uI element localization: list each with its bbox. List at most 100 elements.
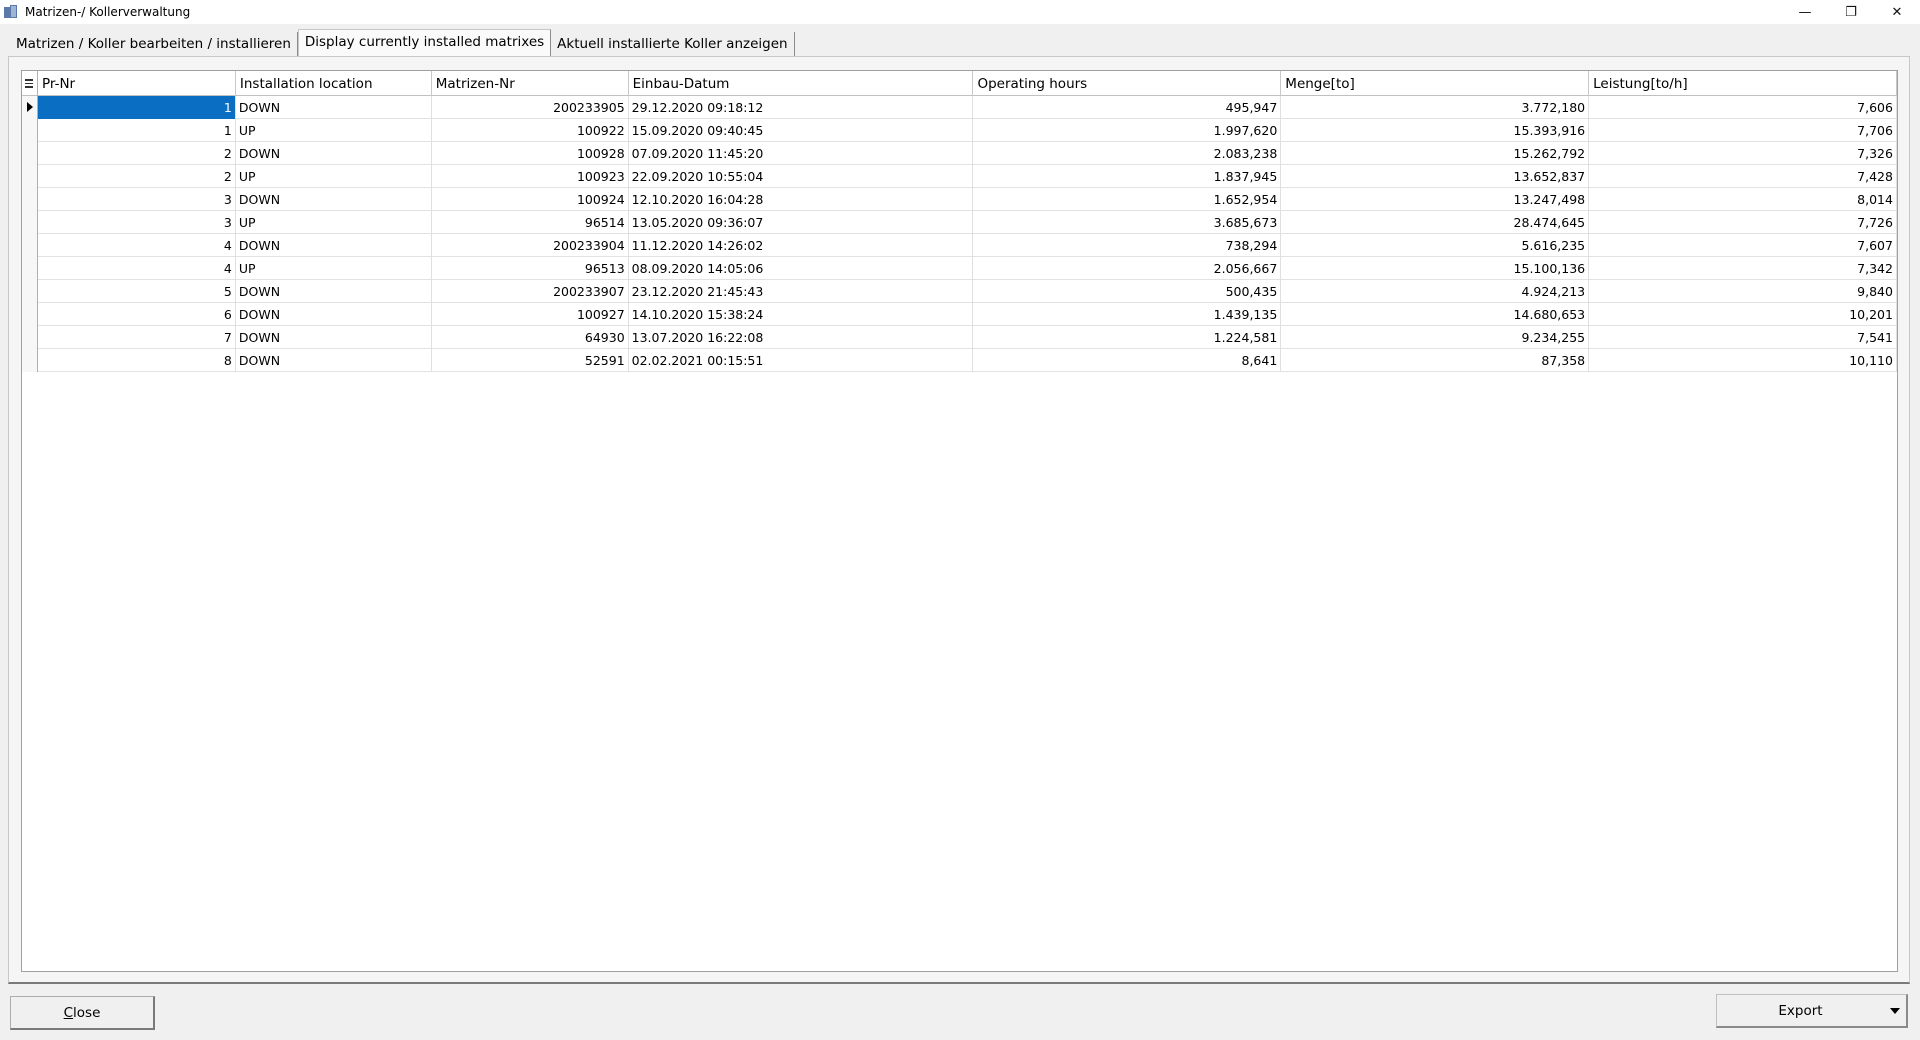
table-row[interactable]: 4 UP 96513 08.09.2020 14:05:06 2.056,667… [22,257,1897,280]
cell-pr-nr[interactable]: 3 [38,211,236,234]
cell-leistung[interactable]: 7,706 [1589,119,1897,142]
table-row[interactable]: 8 DOWN 52591 02.02.2021 00:15:51 8,641 8… [22,349,1897,372]
cell-einbau-datum[interactable]: 22.09.2020 10:55:04 [629,165,974,188]
cell-einbau-datum[interactable]: 29.12.2020 09:18:12 [629,96,974,119]
cell-leistung[interactable]: 9,840 [1589,280,1897,303]
cell-menge[interactable]: 5.616,235 [1281,234,1590,257]
cell-pr-nr[interactable]: 3 [38,188,236,211]
cell-matrizen-nr[interactable]: 64930 [432,326,629,349]
cell-menge[interactable]: 15.393,916 [1281,119,1590,142]
column-header-operating-hours[interactable]: Operating hours [973,71,1282,96]
cell-leistung[interactable]: 7,326 [1589,142,1897,165]
cell-installation-location[interactable]: DOWN [236,349,432,372]
row-header[interactable] [22,326,38,349]
cell-operating-hours[interactable]: 500,435 [973,280,1282,303]
chevron-down-icon[interactable] [1884,995,1906,1026]
cell-matrizen-nr[interactable]: 200233907 [432,280,629,303]
row-header[interactable] [22,349,38,372]
cell-matrizen-nr[interactable]: 96514 [432,211,629,234]
row-header[interactable] [22,280,38,303]
cell-pr-nr[interactable]: 1 [37,96,236,119]
cell-installation-location[interactable]: DOWN [236,303,432,326]
cell-einbau-datum[interactable]: 08.09.2020 14:05:06 [629,257,974,280]
cell-pr-nr[interactable]: 4 [38,257,236,280]
cell-einbau-datum[interactable]: 11.12.2020 14:26:02 [629,234,974,257]
cell-leistung[interactable]: 7,428 [1589,165,1897,188]
cell-installation-location[interactable]: DOWN [236,234,432,257]
row-header[interactable] [22,165,38,188]
cell-leistung[interactable]: 8,014 [1589,188,1897,211]
cell-pr-nr[interactable]: 4 [38,234,236,257]
row-header[interactable] [22,119,38,142]
cell-menge[interactable]: 3.772,180 [1281,96,1590,119]
cell-einbau-datum[interactable]: 23.12.2020 21:45:43 [629,280,974,303]
cell-operating-hours[interactable]: 1.224,581 [973,326,1282,349]
cell-matrizen-nr[interactable]: 52591 [432,349,629,372]
cell-matrizen-nr[interactable]: 96513 [432,257,629,280]
column-header-matrizen-nr[interactable]: Matrizen-Nr [432,71,629,96]
column-header-menge[interactable]: Menge[to] [1281,71,1590,96]
cell-leistung[interactable]: 10,110 [1589,349,1897,372]
cell-operating-hours[interactable]: 738,294 [973,234,1282,257]
cell-pr-nr[interactable]: 8 [38,349,236,372]
column-header-leistung[interactable]: Leistung[to/h] [1589,71,1897,96]
cell-operating-hours[interactable]: 1.837,945 [973,165,1282,188]
cell-pr-nr[interactable]: 6 [38,303,236,326]
cell-matrizen-nr[interactable]: 100922 [432,119,629,142]
column-header-pr-nr[interactable]: Pr-Nr [38,71,236,96]
table-row[interactable]: 6 DOWN 100927 14.10.2020 15:38:24 1.439,… [22,303,1897,326]
close-button[interactable]: Close [10,996,155,1030]
cell-matrizen-nr[interactable]: 200233904 [432,234,629,257]
installed-matrixes-grid[interactable]: Pr-Nr Installation location Matrizen-Nr … [21,70,1898,972]
table-row[interactable]: 2 UP 100923 22.09.2020 10:55:04 1.837,94… [22,165,1897,188]
row-header[interactable] [22,211,38,234]
cell-einbau-datum[interactable]: 13.05.2020 09:36:07 [629,211,974,234]
export-button[interactable]: Export [1716,994,1908,1028]
cell-menge[interactable]: 4.924,213 [1281,280,1590,303]
cell-installation-location[interactable]: DOWN [236,280,432,303]
table-row[interactable]: 5 DOWN 200233907 23.12.2020 21:45:43 500… [22,280,1897,303]
cell-matrizen-nr[interactable]: 100928 [432,142,629,165]
cell-leistung[interactable]: 10,201 [1589,303,1897,326]
minimize-icon[interactable]: — [1782,0,1828,24]
cell-pr-nr[interactable]: 2 [38,142,236,165]
table-row[interactable]: 4 DOWN 200233904 11.12.2020 14:26:02 738… [22,234,1897,257]
column-chooser-icon[interactable] [22,71,38,96]
cell-matrizen-nr[interactable]: 100927 [432,303,629,326]
cell-leistung[interactable]: 7,607 [1589,234,1897,257]
cell-menge[interactable]: 87,358 [1281,349,1590,372]
cell-installation-location[interactable]: DOWN [236,142,432,165]
cell-operating-hours[interactable]: 2.056,667 [973,257,1282,280]
tab-edit-install[interactable]: Matrizen / Koller bearbeiten / installie… [10,32,298,56]
cell-matrizen-nr[interactable]: 100924 [432,188,629,211]
cell-einbau-datum[interactable]: 14.10.2020 15:38:24 [629,303,974,326]
row-header[interactable] [22,303,38,326]
cell-installation-location[interactable]: UP [236,119,432,142]
cell-einbau-datum[interactable]: 13.07.2020 16:22:08 [629,326,974,349]
tab-installed-koller[interactable]: Aktuell installierte Koller anzeigen [551,32,795,56]
cell-einbau-datum[interactable]: 15.09.2020 09:40:45 [629,119,974,142]
cell-menge[interactable]: 13.652,837 [1281,165,1590,188]
column-header-einbau-datum[interactable]: Einbau-Datum [629,71,974,96]
tab-installed-matrixes[interactable]: Display currently installed matrixes [297,29,552,56]
cell-operating-hours[interactable]: 2.083,238 [973,142,1282,165]
cell-operating-hours[interactable]: 495,947 [973,96,1282,119]
current-row-indicator-icon[interactable] [22,96,38,119]
cell-leistung[interactable]: 7,541 [1589,326,1897,349]
cell-installation-location[interactable]: UP [236,257,432,280]
cell-operating-hours[interactable]: 1.997,620 [973,119,1282,142]
cell-installation-location[interactable]: UP [236,211,432,234]
cell-menge[interactable]: 14.680,653 [1281,303,1590,326]
cell-operating-hours[interactable]: 8,641 [973,349,1282,372]
cell-installation-location[interactable]: DOWN [236,188,432,211]
cell-menge[interactable]: 28.474,645 [1281,211,1590,234]
cell-menge[interactable]: 15.100,136 [1281,257,1590,280]
cell-leistung[interactable]: 7,606 [1589,96,1897,119]
cell-pr-nr[interactable]: 5 [38,280,236,303]
cell-einbau-datum[interactable]: 02.02.2021 00:15:51 [629,349,974,372]
table-row[interactable]: 1 DOWN 200233905 29.12.2020 09:18:12 495… [22,96,1897,119]
restore-icon[interactable]: ❐ [1828,0,1874,24]
close-icon[interactable]: ✕ [1874,0,1920,24]
cell-pr-nr[interactable]: 1 [38,119,236,142]
cell-matrizen-nr[interactable]: 100923 [432,165,629,188]
